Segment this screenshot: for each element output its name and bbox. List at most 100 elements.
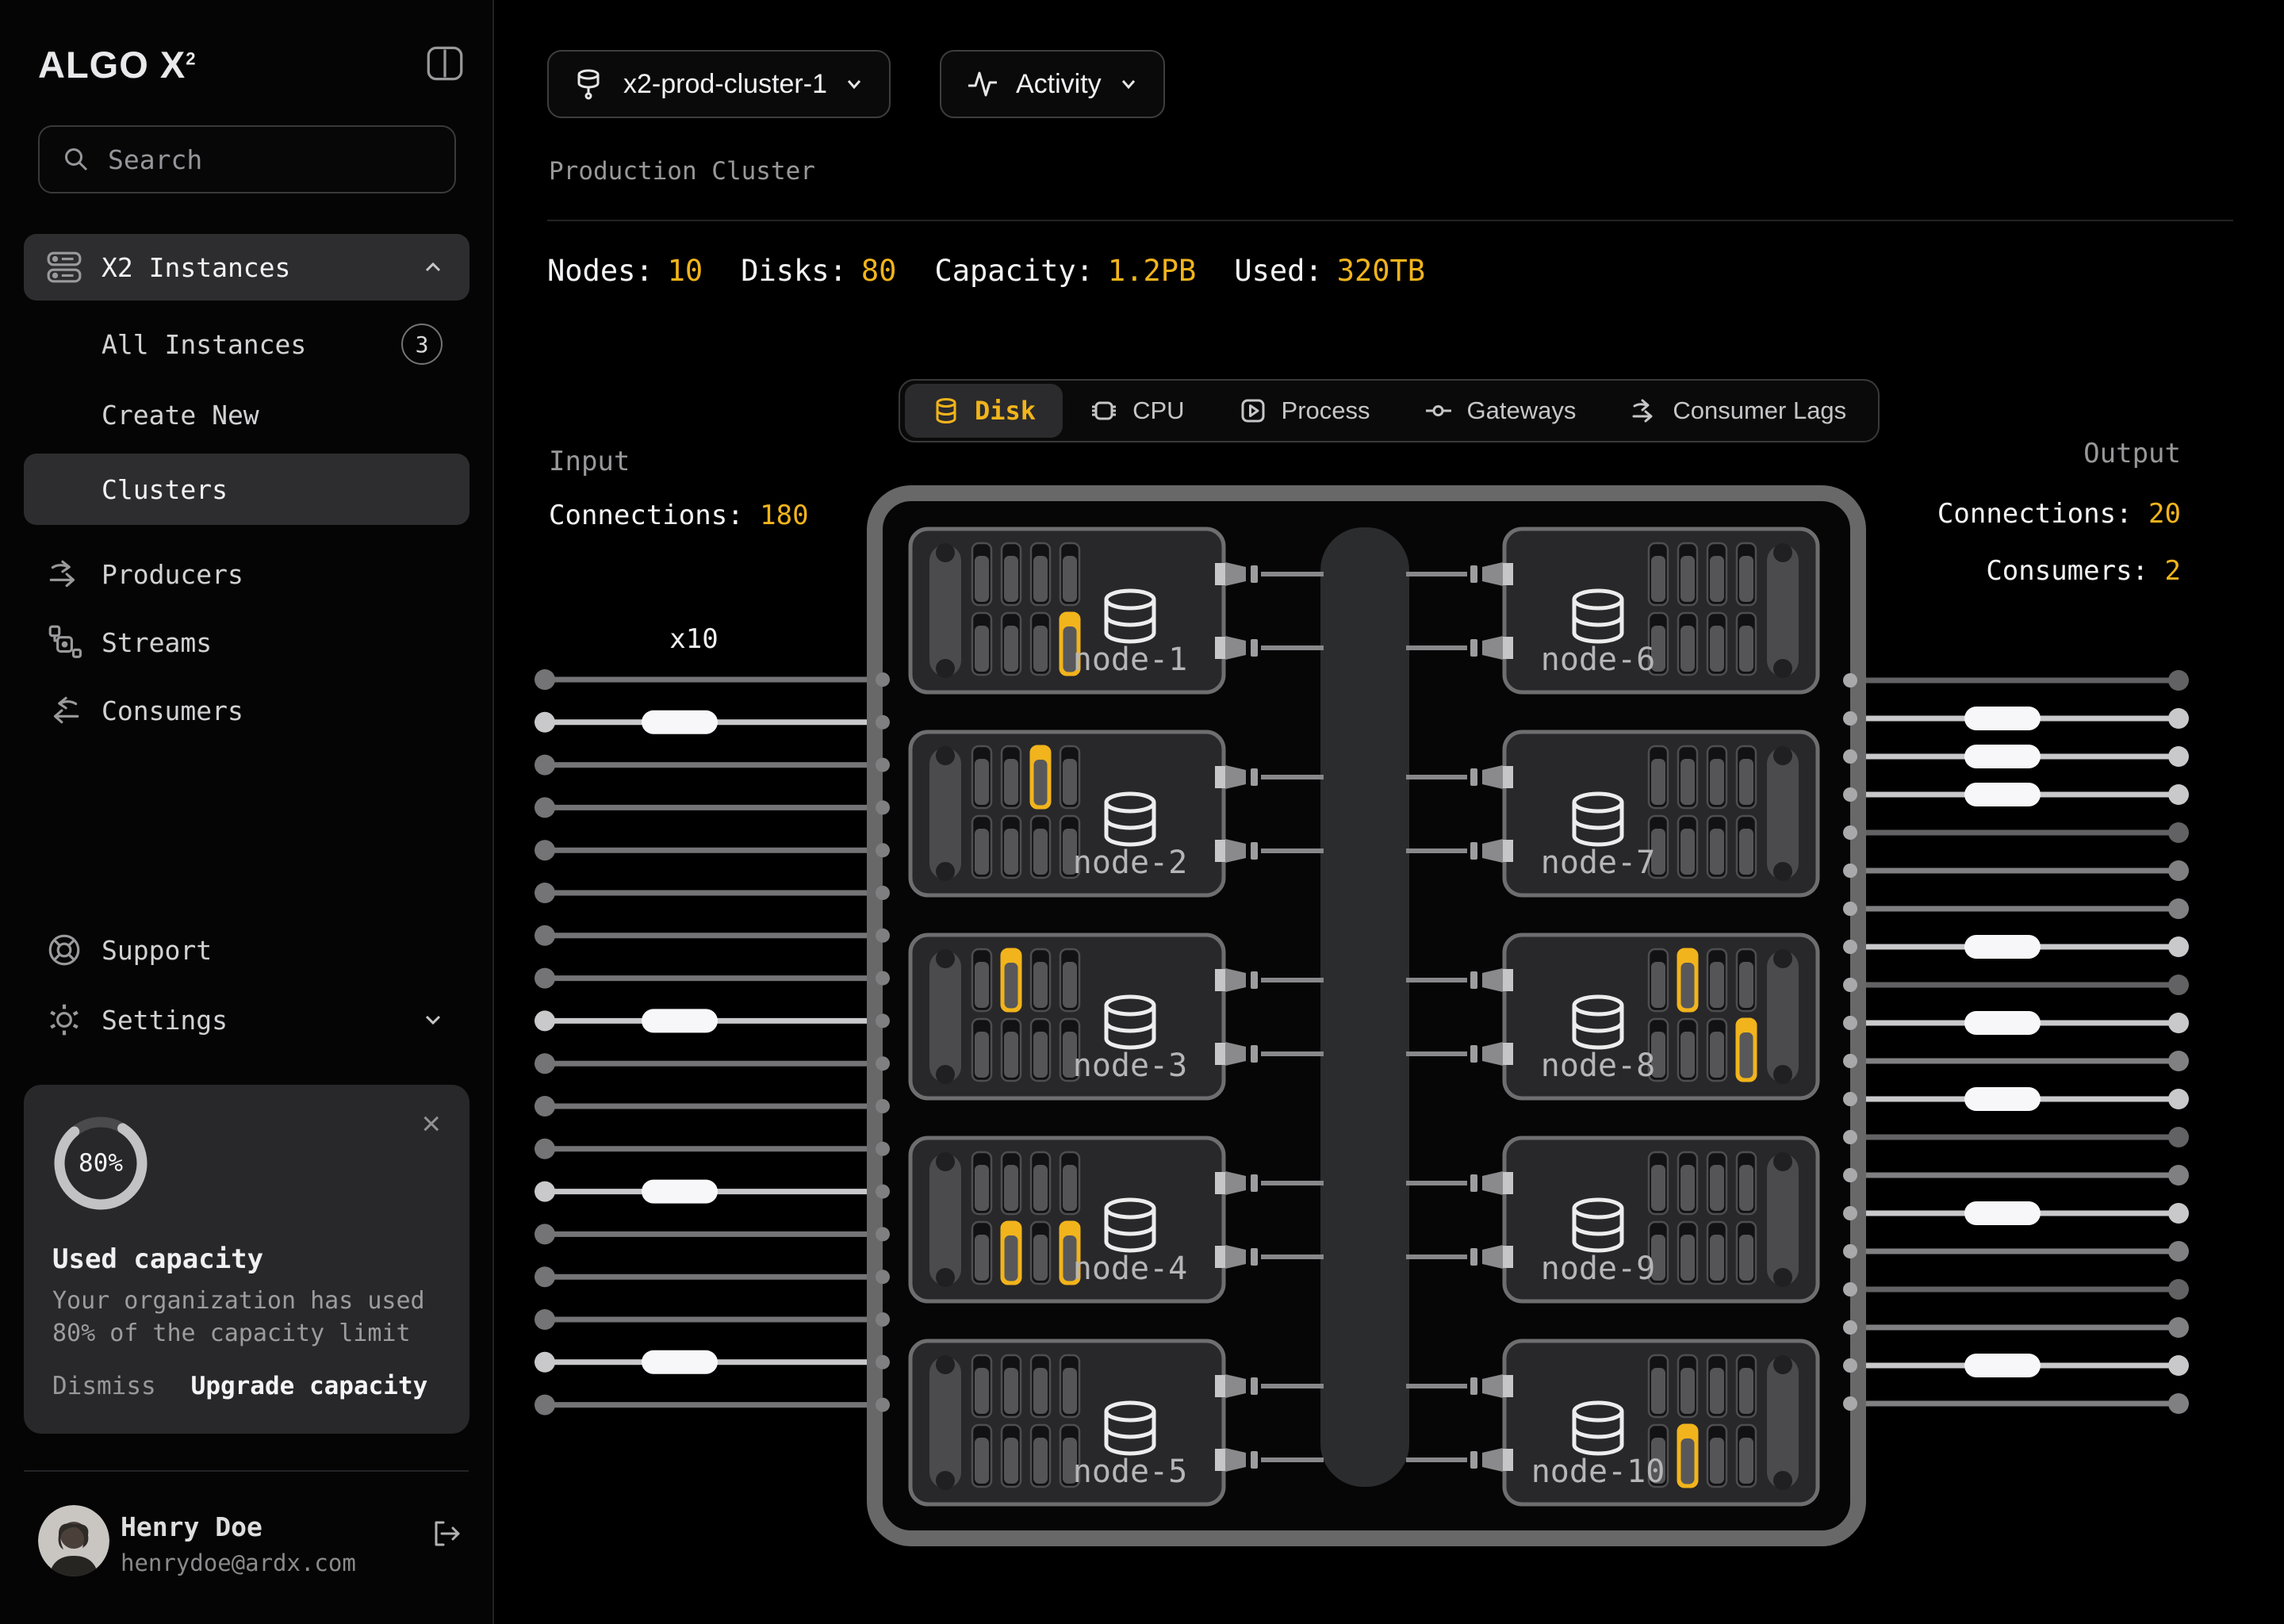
input-line — [535, 1309, 890, 1330]
dismiss-button[interactable]: Dismiss — [52, 1372, 156, 1400]
input-line — [535, 1009, 890, 1033]
search-icon — [62, 145, 90, 174]
output-slider-handle[interactable] — [1964, 935, 2041, 959]
sidebar-item-producers[interactable]: Producers — [24, 544, 469, 604]
output-line-endpoint — [2168, 1241, 2189, 1262]
sidebar-item-clusters[interactable]: Clusters — [24, 454, 469, 525]
sidebar-item-label: X2 Instances — [102, 251, 291, 283]
output-line — [1843, 935, 2189, 959]
metric-tabs: Disk CPU Process Gateways Consumer Lags — [899, 379, 1880, 442]
sidebar-item-streams[interactable]: Streams — [24, 612, 469, 672]
gateway-icon — [1424, 396, 1453, 425]
output-slider-handle[interactable] — [1964, 1087, 2041, 1111]
output-line — [1843, 1165, 2189, 1185]
tab-label: Gateways — [1466, 396, 1577, 424]
output-line-endpoint — [2168, 1165, 2189, 1185]
upgrade-capacity-button[interactable]: Upgrade capacity — [191, 1372, 428, 1400]
rack-handle — [1767, 1357, 1799, 1488]
avatar[interactable] — [38, 1505, 109, 1576]
output-line — [1843, 860, 2189, 881]
node-label: node-10 — [1531, 1454, 1665, 1490]
input-line-endpoint — [535, 711, 555, 733]
input-slider-handle[interactable] — [642, 1009, 718, 1033]
output-line-endpoint — [2168, 1317, 2189, 1338]
input-line-endpoint — [535, 1138, 555, 1159]
activity-pulse-icon — [965, 67, 1000, 102]
sidebar-item-support[interactable]: Support — [24, 920, 469, 980]
divider — [547, 220, 2233, 221]
capacity-donut: 80% — [49, 1112, 152, 1215]
sidebar-item-x2-instances[interactable]: X2 Instances — [24, 234, 469, 301]
sidebar-item-consumers[interactable]: Consumers — [24, 680, 469, 741]
lifebuoy-icon — [46, 932, 82, 968]
tab-gateways[interactable]: Gateways — [1397, 384, 1604, 438]
tab-cpu[interactable]: CPU — [1063, 384, 1211, 438]
input-slider-handle[interactable] — [642, 1350, 718, 1374]
input-multiplier-label: x10 — [669, 623, 719, 655]
output-line-endpoint — [2168, 860, 2189, 881]
tab-process[interactable]: Process — [1212, 384, 1397, 438]
input-line-endpoint — [535, 1266, 555, 1288]
input-line-endpoint — [535, 1010, 555, 1032]
sidebar-item-label: Streams — [102, 626, 213, 658]
sidebar-item-create-new[interactable]: Create New — [24, 386, 469, 443]
close-icon[interactable]: × — [421, 1107, 441, 1140]
output-connections: Connections: 20 — [1937, 498, 2181, 530]
tab-label: Disk — [975, 396, 1037, 426]
output-line — [1843, 1011, 2189, 1035]
sidebar-item-label: Consumers — [102, 695, 243, 726]
rack-handle — [929, 1357, 961, 1488]
output-line — [1843, 1087, 2189, 1111]
input-line-endpoint — [535, 1181, 555, 1202]
node-label: node-5 — [1073, 1454, 1188, 1490]
output-line-endpoint — [2168, 746, 2189, 767]
stat-label: Nodes: — [547, 254, 653, 288]
output-line-endpoint — [2168, 1355, 2189, 1376]
cluster-icon — [573, 67, 607, 102]
input-line-endpoint — [535, 883, 555, 903]
output-slider-handle[interactable] — [1964, 783, 2041, 806]
cluster-selector-button[interactable]: x2-prod-cluster-1 — [547, 50, 891, 118]
output-slider-handle[interactable] — [1964, 1201, 2041, 1225]
search-box[interactable] — [38, 125, 456, 193]
sidebar-item-label: All Instances — [102, 328, 307, 360]
stat-value: 10 — [667, 254, 703, 288]
sidebar-collapse-icon[interactable] — [426, 44, 464, 82]
tab-label: Consumer Lags — [1673, 396, 1847, 424]
app-root: { "app": { "logo_text": "ALGO", "logo_ma… — [0, 0, 2284, 1624]
output-slider-handle[interactable] — [1964, 707, 2041, 730]
activity-selector-label: Activity — [1016, 68, 1102, 99]
tab-disk[interactable]: Disk — [905, 384, 1063, 438]
input-line — [535, 1394, 890, 1415]
output-line — [1843, 975, 2189, 995]
input-line-endpoint — [535, 1394, 555, 1415]
search-input[interactable] — [108, 144, 432, 175]
output-line-endpoint — [2168, 708, 2189, 729]
rack-handle — [1767, 1154, 1799, 1285]
sidebar-item-settings[interactable]: Settings — [24, 990, 469, 1050]
input-slider-handle[interactable] — [642, 1179, 718, 1204]
input-lines — [535, 669, 890, 1415]
logout-icon[interactable] — [429, 1516, 464, 1551]
output-line — [1843, 898, 2189, 919]
activity-selector-button[interactable]: Activity — [940, 50, 1165, 118]
user-profile: Henry Doe henrydoe@ardx.com — [38, 1505, 469, 1581]
output-line — [1843, 670, 2189, 691]
capacity-percent: 80% — [79, 1149, 123, 1178]
input-title: Input — [549, 446, 630, 477]
sidebar-item-label: Clusters — [102, 473, 228, 505]
capacity-card-title: Used capacity — [52, 1243, 264, 1275]
input-line — [535, 754, 890, 776]
input-line — [535, 1179, 890, 1204]
consumer-lags-icon — [1630, 396, 1658, 425]
output-slider-handle[interactable] — [1964, 1011, 2041, 1035]
rack-handle — [1767, 545, 1799, 676]
tab-consumer-lags[interactable]: Consumer Lags — [1603, 384, 1873, 438]
input-slider-handle[interactable] — [642, 710, 718, 734]
instance-count-badge: 3 — [401, 324, 443, 365]
input-line — [535, 1138, 890, 1159]
output-line — [1843, 1201, 2189, 1225]
output-slider-handle[interactable] — [1964, 1354, 2041, 1377]
sidebar-item-all-instances[interactable]: All Instances 3 — [24, 316, 469, 373]
output-slider-handle[interactable] — [1964, 745, 2041, 768]
